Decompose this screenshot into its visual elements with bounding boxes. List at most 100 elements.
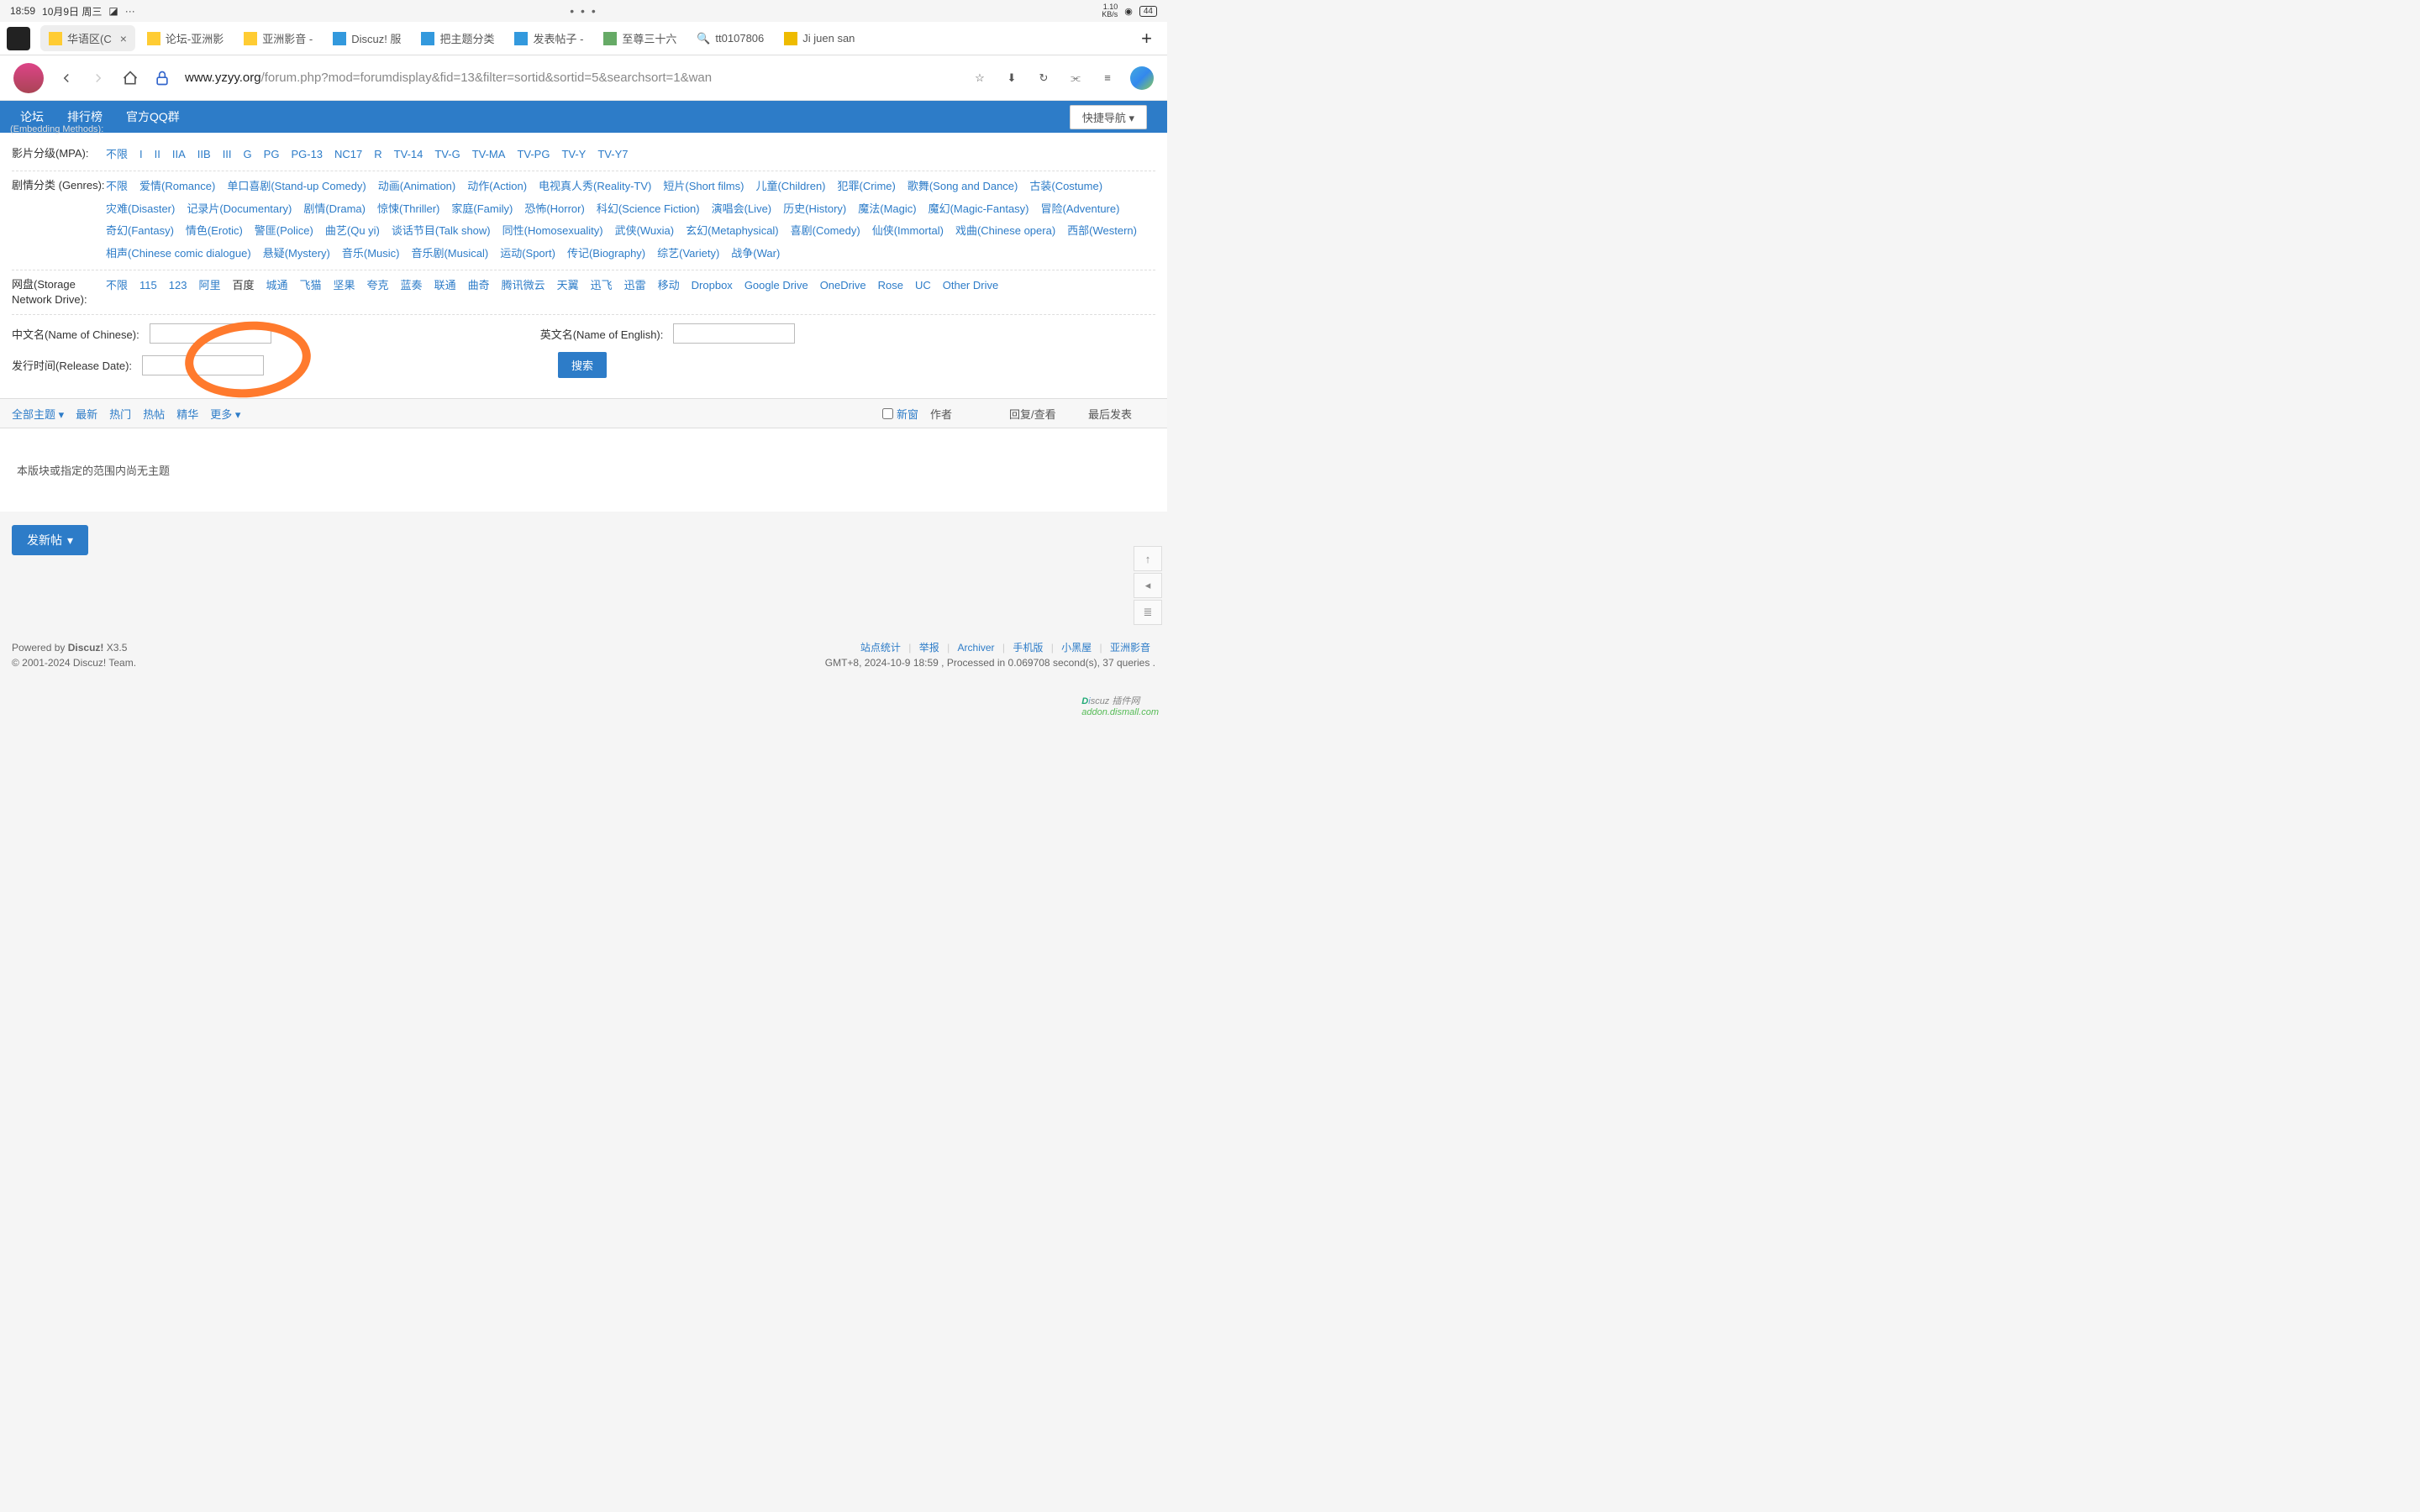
filter-option[interactable]: 曲艺(Qu yi) (325, 223, 380, 240)
filter-option[interactable]: 城通 (266, 277, 287, 295)
new-tab-button[interactable]: + (1133, 28, 1160, 50)
filter-option[interactable]: UC (915, 277, 931, 295)
nav-forum[interactable]: 论坛 (20, 108, 44, 125)
tab-3[interactable]: 亚洲影音 - (235, 25, 321, 51)
filter-option[interactable]: 历史(History) (783, 201, 846, 218)
filter-option[interactable]: Dropbox (692, 277, 733, 295)
menu-button[interactable]: ≡ (1098, 69, 1117, 87)
close-icon[interactable]: × (120, 32, 127, 45)
footer-link[interactable]: 站点统计 (860, 642, 901, 654)
filter-option[interactable]: 喜剧(Comedy) (791, 223, 860, 240)
filter-option[interactable]: 夸克 (367, 277, 389, 295)
filter-option[interactable]: 123 (169, 277, 187, 295)
filter-option[interactable]: 综艺(Variety) (657, 245, 719, 263)
quick-nav-button[interactable]: 快捷导航 ▾ (1070, 105, 1147, 129)
filter-option[interactable]: 迅雷 (624, 277, 646, 295)
lock-icon[interactable] (153, 69, 171, 87)
filter-option[interactable]: 歌舞(Song and Dance) (908, 178, 1018, 196)
search-button[interactable]: 搜索 (558, 352, 607, 378)
filter-option[interactable]: 迅飞 (591, 277, 613, 295)
filter-option[interactable]: TV-PG (517, 146, 550, 164)
filter-latest[interactable]: 最新 (76, 406, 97, 422)
filter-option[interactable]: OneDrive (820, 277, 866, 295)
tab-2[interactable]: 论坛-亚洲影 (139, 25, 232, 51)
reload-button[interactable]: ↻ (1034, 69, 1053, 87)
filter-option[interactable]: TV-Y7 (597, 146, 628, 164)
filter-option[interactable]: TV-G (434, 146, 460, 164)
filter-option[interactable]: TV-14 (394, 146, 424, 164)
filter-option[interactable]: 记录片(Documentary) (187, 201, 292, 218)
filter-option[interactable]: 运动(Sport) (500, 245, 555, 263)
filter-option[interactable]: Other Drive (943, 277, 998, 295)
filter-option[interactable]: Google Drive (744, 277, 808, 295)
filter-option[interactable]: 不限 (106, 146, 128, 164)
filter-all-threads[interactable]: 全部主题 ▾ (12, 406, 64, 422)
home-button[interactable] (121, 69, 139, 87)
filter-option[interactable]: 战争(War) (731, 245, 780, 263)
filter-option[interactable]: IIA (172, 146, 186, 164)
back-button[interactable] (57, 69, 76, 87)
filter-option[interactable]: 灾难(Disaster) (106, 201, 175, 218)
filter-option[interactable]: 蓝奏 (401, 277, 423, 295)
side-nav-first[interactable]: ◂ (1134, 573, 1162, 598)
filter-option[interactable]: 不限 (106, 178, 128, 196)
favorite-button[interactable]: ☆ (971, 69, 989, 87)
filter-option[interactable]: TV-MA (472, 146, 506, 164)
filter-option[interactable]: 同性(Homosexuality) (502, 223, 603, 240)
footer-link[interactable]: Archiver (958, 642, 995, 654)
filter-option[interactable]: 动作(Action) (467, 178, 527, 196)
filter-option[interactable]: III (223, 146, 232, 164)
en-name-input[interactable] (673, 323, 795, 344)
filter-option[interactable]: 冒险(Adventure) (1041, 201, 1120, 218)
release-date-input[interactable] (142, 355, 264, 375)
footer-link[interactable]: 小黑屋 (1061, 642, 1092, 654)
filter-option[interactable]: 犯罪(Crime) (838, 178, 896, 196)
filter-option[interactable]: G (244, 146, 252, 164)
filter-option[interactable]: PG (264, 146, 280, 164)
filter-option[interactable]: 电视真人秀(Reality-TV) (539, 178, 651, 196)
filter-option[interactable]: IIB (197, 146, 211, 164)
filter-more[interactable]: 更多 ▾ (210, 406, 240, 422)
filter-option[interactable]: 联通 (434, 277, 456, 295)
nav-qq[interactable]: 官方QQ群 (126, 108, 180, 125)
filter-option[interactable]: 西部(Western) (1067, 223, 1137, 240)
filter-option[interactable]: 恐怖(Horror) (524, 201, 585, 218)
nav-rank[interactable]: 排行榜 (67, 108, 103, 125)
filter-option[interactable]: NC17 (334, 146, 362, 164)
tab-stack-icon[interactable] (7, 27, 30, 50)
filter-option[interactable]: 武侠(Wuxia) (615, 223, 675, 240)
filter-option[interactable]: 科幻(Science Fiction) (597, 201, 700, 218)
filter-option[interactable]: 音乐剧(Musical) (411, 245, 488, 263)
cn-name-input[interactable] (150, 323, 271, 344)
scroll-top-button[interactable]: ↑ (1134, 546, 1162, 571)
filter-option[interactable]: 腾讯微云 (502, 277, 545, 295)
filter-option[interactable]: 115 (139, 277, 157, 295)
filter-essence[interactable]: 精华 (176, 406, 198, 422)
filter-option[interactable]: 奇幻(Fantasy) (106, 223, 174, 240)
filter-option[interactable]: 阿里 (198, 277, 220, 295)
url-input[interactable]: www.yzyy.org/forum.php?mod=forumdisplay&… (185, 71, 957, 85)
tab-6[interactable]: 发表帖子 - (506, 25, 592, 51)
filter-option[interactable]: 坚果 (334, 277, 355, 295)
filter-option[interactable]: 移动 (658, 277, 680, 295)
filter-option[interactable]: TV-Y (561, 146, 586, 164)
filter-option[interactable]: 演唱会(Live) (712, 201, 772, 218)
side-list-button[interactable]: ≣ (1134, 600, 1162, 625)
filter-option[interactable]: 百度 (232, 277, 254, 295)
tab-5[interactable]: 把主题分类 (413, 25, 502, 51)
filter-option[interactable]: I (139, 146, 143, 164)
filter-option[interactable]: 魔法(Magic) (858, 201, 916, 218)
tab-1[interactable]: 华语区(C × (40, 25, 135, 51)
tab-7[interactable]: 至尊三十六 (595, 25, 685, 51)
new-window-toggle[interactable]: 新窗 (882, 406, 918, 422)
footer-link[interactable]: 举报 (919, 642, 939, 654)
filter-option[interactable]: 动画(Animation) (378, 178, 455, 196)
footer-link[interactable]: 手机版 (1013, 642, 1043, 654)
filter-option[interactable]: 儿童(Children) (755, 178, 825, 196)
tab-4[interactable]: Discuz! 服 (324, 25, 409, 51)
filter-option[interactable]: 单口喜剧(Stand-up Comedy) (227, 178, 366, 196)
filter-option[interactable]: Rose (878, 277, 903, 295)
filter-hotpost[interactable]: 热帖 (143, 406, 165, 422)
tab-8[interactable]: 🔍tt0107806 (688, 27, 772, 50)
filter-option[interactable]: 爱情(Romance) (139, 178, 215, 196)
